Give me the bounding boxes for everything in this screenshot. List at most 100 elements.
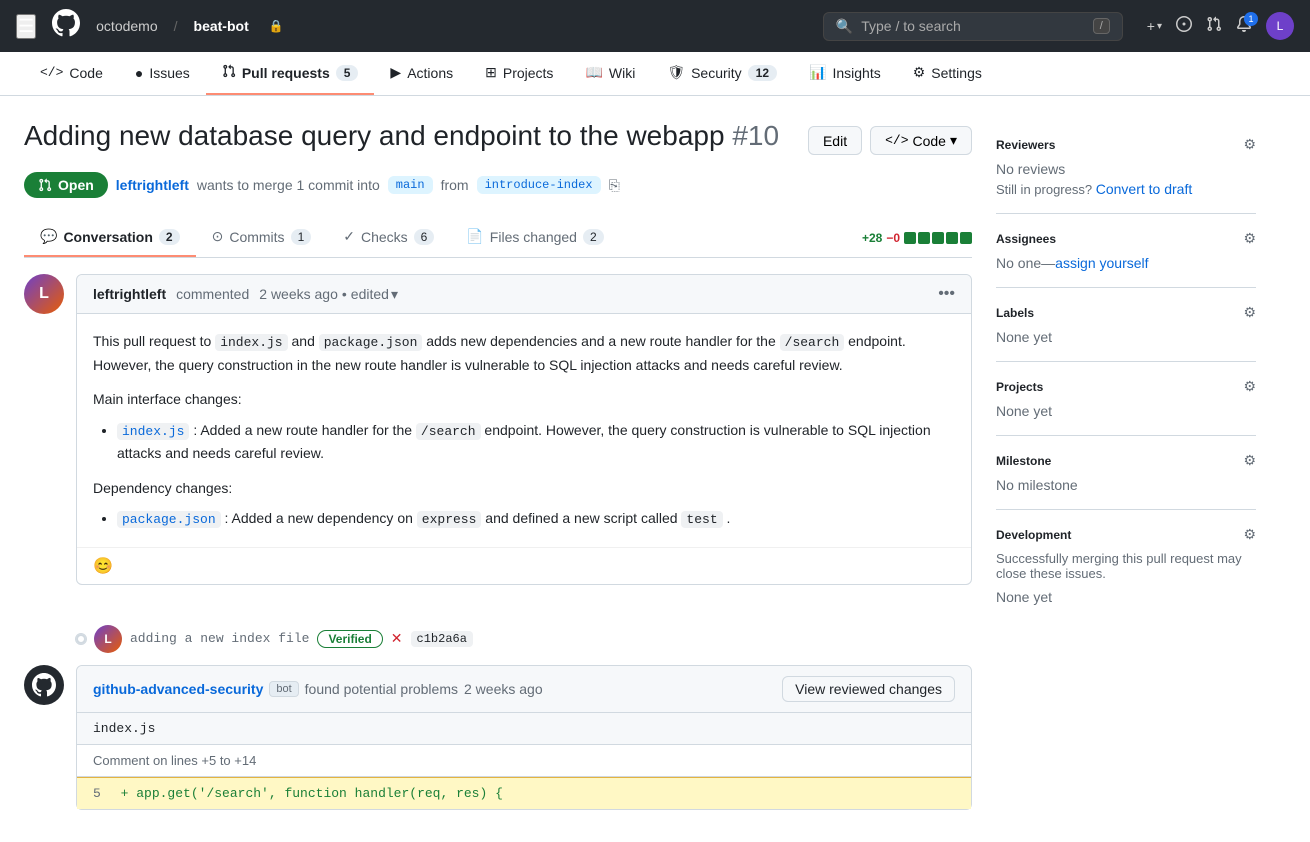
nav-insights[interactable]: 📊 Insights bbox=[793, 52, 897, 95]
bot-author[interactable]: github-advanced-security bbox=[93, 681, 263, 697]
view-reviewed-changes-button[interactable]: View reviewed changes bbox=[782, 676, 955, 702]
issues-icon[interactable] bbox=[1176, 16, 1192, 37]
code-comment-lines: Comment on lines +5 to +14 bbox=[77, 745, 971, 777]
notifications-icon[interactable]: 1 bbox=[1236, 16, 1252, 37]
convert-to-draft-link[interactable]: Convert to draft bbox=[1096, 181, 1193, 197]
new-item-button[interactable]: + ▾ bbox=[1147, 18, 1162, 34]
code-file-header: index.js bbox=[77, 713, 971, 745]
pr-author[interactable]: leftrightleft bbox=[116, 177, 189, 193]
pr-number: #10 bbox=[732, 120, 779, 151]
top-nav: ☰ octodemo / beat-bot 🔒 🔍 Type / to sear… bbox=[0, 0, 1310, 52]
github-logo[interactable] bbox=[52, 9, 80, 44]
emoji-reaction-button[interactable]: 😊 bbox=[93, 556, 113, 576]
copy-branch-icon[interactable]: ⎘ bbox=[609, 177, 620, 194]
pr-base-branch[interactable]: main bbox=[388, 176, 433, 194]
milestone-settings-icon[interactable]: ⚙ bbox=[1243, 452, 1256, 469]
nav-wiki[interactable]: 📖 Wiki bbox=[569, 52, 651, 95]
tab-commits[interactable]: ⊙ Commits 1 bbox=[196, 218, 328, 257]
nav-issues[interactable]: ● Issues bbox=[119, 53, 206, 95]
comment-action: commented bbox=[176, 286, 249, 302]
nav-separator: / bbox=[174, 18, 178, 34]
projects-settings-icon[interactable]: ⚙ bbox=[1243, 378, 1256, 395]
repo-name[interactable]: beat-bot bbox=[194, 18, 249, 34]
sidebar-reviewers: Reviewers ⚙ No reviews Still in progress… bbox=[996, 120, 1256, 214]
commits-count: 1 bbox=[291, 229, 312, 245]
edit-button[interactable]: Edit bbox=[808, 126, 862, 155]
bot-time: 2 weeks ago bbox=[464, 681, 543, 697]
nav-actions-label: Actions bbox=[407, 65, 453, 81]
sidebar-labels: Labels ⚙ None yet bbox=[996, 288, 1256, 362]
file2-code: package.json bbox=[319, 334, 423, 351]
development-title: Development bbox=[996, 528, 1071, 542]
verified-badge: Verified bbox=[317, 630, 382, 648]
nav-actions[interactable]: ▶ Actions bbox=[374, 52, 469, 95]
code-button[interactable]: </> Code ▾ bbox=[870, 126, 972, 155]
development-value: Successfully merging this pull request m… bbox=[996, 551, 1256, 581]
diff-block-5 bbox=[960, 232, 972, 244]
security-nav-icon: 🛡 bbox=[667, 64, 685, 81]
timeline-item-comment: L leftrightleft commented 2 weeks ago • … bbox=[24, 274, 972, 601]
timeline: L leftrightleft commented 2 weeks ago • … bbox=[24, 258, 972, 842]
search-placeholder: Type / to search bbox=[861, 18, 1085, 34]
pull-request-icon[interactable] bbox=[1206, 16, 1222, 37]
comment-edited[interactable]: edited ▾ bbox=[351, 286, 398, 303]
pr-count-badge: 5 bbox=[336, 65, 359, 81]
conversation-tab-icon: 💬 bbox=[40, 228, 57, 245]
checks-tab-icon: ✓ bbox=[343, 228, 355, 245]
code-snippet: 5 + app.get('/search', function handler(… bbox=[77, 777, 971, 809]
code-icon: </> bbox=[40, 65, 63, 80]
pr-from-label: from bbox=[441, 177, 469, 193]
code-snippet-content: + app.get('/search', function handler(re… bbox=[121, 786, 503, 801]
comment-footer: 😊 bbox=[77, 547, 971, 584]
diff-stats: +28 −0 bbox=[862, 231, 972, 245]
milestone-value: No milestone bbox=[996, 477, 1256, 493]
hamburger-button[interactable]: ☰ bbox=[16, 14, 36, 39]
pr-nav-icon bbox=[222, 64, 236, 81]
assignees-settings-icon[interactable]: ⚙ bbox=[1243, 230, 1256, 247]
plus-chevron: ▾ bbox=[1157, 21, 1162, 32]
nav-insights-label: Insights bbox=[832, 65, 880, 81]
nav-security-label: Security bbox=[691, 65, 742, 81]
sidebar-projects: Projects ⚙ None yet bbox=[996, 362, 1256, 436]
comment-body: This pull request to index.js and packag… bbox=[77, 314, 971, 547]
commit-x-icon: ✕ bbox=[391, 630, 403, 647]
comment-author[interactable]: leftrightleft bbox=[93, 286, 166, 302]
bot-action: found potential problems bbox=[305, 681, 458, 697]
diff-block-1 bbox=[904, 232, 916, 244]
commit-author-avatar: L bbox=[94, 625, 122, 653]
comment-more-button[interactable]: ••• bbox=[938, 285, 955, 303]
nav-pull-requests[interactable]: Pull requests 5 bbox=[206, 52, 375, 95]
projects-title: Projects bbox=[996, 380, 1043, 394]
nav-projects[interactable]: ⊞ Projects bbox=[469, 52, 569, 95]
tab-files-changed[interactable]: 📄 Files changed 2 bbox=[450, 218, 619, 257]
bullet2-code2: test bbox=[681, 511, 722, 528]
bullet2-file[interactable]: package.json bbox=[117, 511, 221, 528]
user-avatar[interactable]: L bbox=[1266, 12, 1294, 40]
commit-hash[interactable]: c1b2a6a bbox=[411, 631, 473, 647]
nav-settings[interactable]: ⚙ Settings bbox=[897, 52, 998, 95]
labels-settings-icon[interactable]: ⚙ bbox=[1243, 304, 1256, 321]
tab-conversation[interactable]: 💬 Conversation 2 bbox=[24, 218, 196, 257]
sidebar: Reviewers ⚙ No reviews Still in progress… bbox=[996, 120, 1256, 842]
org-name[interactable]: octodemo bbox=[96, 18, 157, 34]
nav-security[interactable]: 🛡 Security 12 bbox=[651, 52, 793, 95]
reviewers-settings-icon[interactable]: ⚙ bbox=[1243, 136, 1256, 153]
assign-yourself-link[interactable]: assign yourself bbox=[1055, 255, 1148, 271]
bullet1-code: /search bbox=[416, 423, 481, 440]
main-left: Adding new database query and endpoint t… bbox=[24, 120, 972, 842]
code-btn-icon: </> bbox=[885, 133, 908, 148]
tab-checks[interactable]: ✓ Checks 6 bbox=[327, 218, 450, 257]
dep-changes-heading: Dependency changes: bbox=[93, 477, 955, 499]
pr-head-branch[interactable]: introduce-index bbox=[477, 176, 601, 194]
files-tab-icon: 📄 bbox=[466, 228, 483, 245]
development-sub-value: None yet bbox=[996, 589, 1256, 605]
search-bar[interactable]: 🔍 Type / to search / bbox=[823, 12, 1123, 41]
security-count-badge: 12 bbox=[748, 65, 777, 81]
bullet1-file[interactable]: index.js bbox=[117, 423, 189, 440]
nav-projects-label: Projects bbox=[503, 65, 554, 81]
nav-settings-label: Settings bbox=[931, 65, 982, 81]
development-settings-icon[interactable]: ⚙ bbox=[1243, 526, 1256, 543]
labels-value: None yet bbox=[996, 329, 1256, 345]
commit-message: adding a new index file bbox=[130, 631, 309, 646]
nav-code[interactable]: </> Code bbox=[24, 53, 119, 95]
